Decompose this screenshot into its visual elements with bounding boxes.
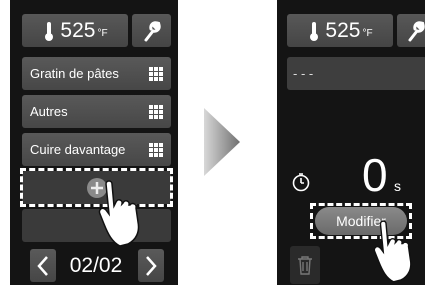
trash-icon [298, 256, 312, 275]
menu-item-cuire-davantage[interactable]: Cuire davantage [22, 133, 171, 166]
grid-icon [149, 66, 163, 81]
prev-page-button[interactable] [30, 249, 56, 282]
recipe-name-field[interactable]: - - - [287, 57, 425, 90]
grid-icon [149, 104, 163, 119]
temperature-value: 525 [60, 18, 96, 42]
delete-button[interactable] [290, 246, 320, 284]
arrow-right-icon [204, 108, 240, 176]
thermometer-icon [45, 21, 54, 41]
thermometer-icon [310, 21, 319, 41]
grid-icon [149, 142, 163, 157]
settings-button[interactable] [132, 14, 171, 47]
transition-arrow [202, 106, 242, 178]
temperature-value: 525 [325, 18, 361, 42]
chevron-right-icon [146, 255, 157, 276]
hand-pointer-icon [373, 220, 412, 283]
menu-item-label: Autres [30, 104, 68, 119]
next-page-button[interactable] [138, 249, 164, 282]
settings-button[interactable] [397, 14, 425, 47]
wrench-icon [408, 20, 425, 41]
right-screen: 525 °F - - - 0 s Modifier [277, 0, 425, 285]
page-indicator: 02/02 [69, 254, 123, 277]
wrench-icon [144, 20, 161, 41]
left-screen: 525 °F Gratin de pâtes Autres Cuire dava… [10, 0, 178, 285]
chevron-left-icon [37, 255, 48, 276]
temperature-button[interactable]: 525 °F [287, 14, 393, 47]
temperature-unit: °F [97, 28, 108, 39]
menu-item-label: Cuire davantage [30, 142, 126, 157]
hand-pointer-icon [98, 180, 140, 247]
time-value: 0 [362, 149, 388, 201]
temperature-button[interactable]: 525 °F [22, 14, 128, 47]
temperature-unit: °F [362, 28, 373, 39]
menu-item-autres[interactable]: Autres [22, 95, 171, 128]
time-unit: s [394, 178, 401, 194]
menu-item-label: Gratin de pâtes [30, 66, 119, 81]
menu-item-gratin[interactable]: Gratin de pâtes [22, 57, 171, 90]
timer-icon [292, 173, 310, 192]
